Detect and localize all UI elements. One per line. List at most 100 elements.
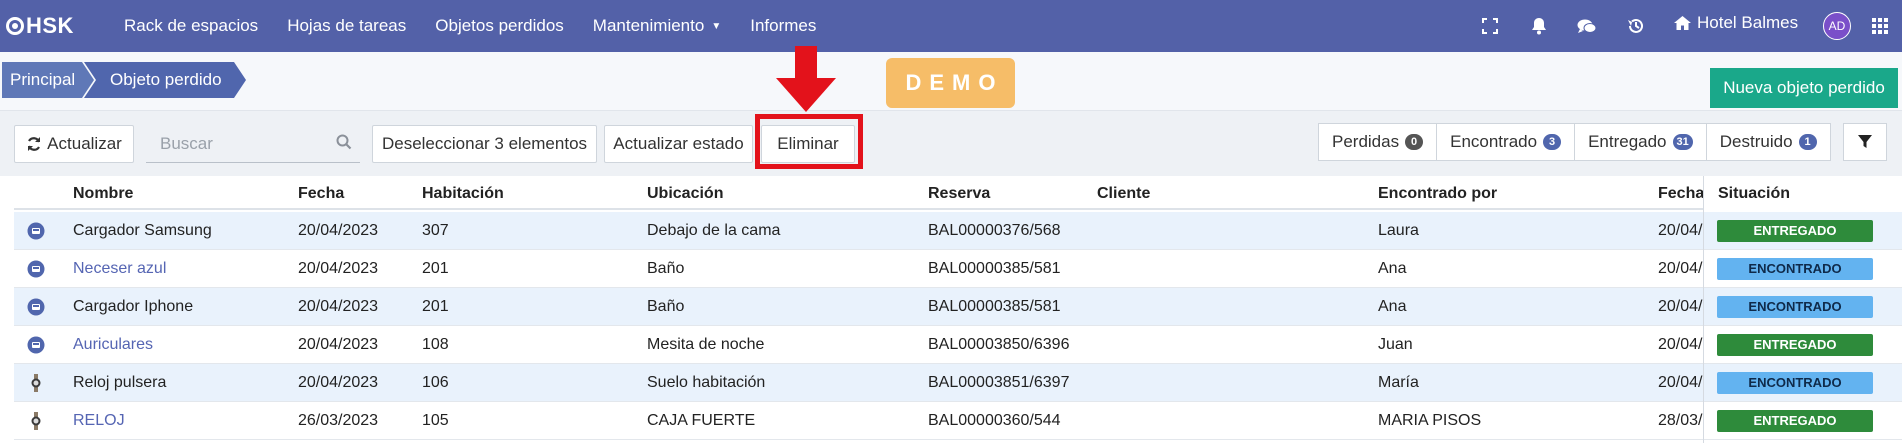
cell-reserva: BAL00003851/6397 <box>928 374 1070 391</box>
nav-objetos-perdidos[interactable]: Objetos perdidos <box>435 16 564 36</box>
col-nombre[interactable]: Nombre <box>73 185 133 203</box>
cell-reserva: BAL00000360/544 <box>928 412 1061 429</box>
cell-ubic: Suelo habitación <box>647 374 766 391</box>
cell-ubic: Mesita de noche <box>647 336 765 353</box>
cell-nombre: Cargador Iphone <box>73 298 194 315</box>
cell-nombre[interactable]: Neceser azul <box>73 260 166 278</box>
filter-entregado-label: Entregado <box>1588 132 1667 151</box>
situacion-column: Situación ENTREGADO ENCONTRADO ENCONTRADO E… <box>1703 176 1902 443</box>
status-badge: ENCONTRADO <box>1717 258 1873 280</box>
table-row[interactable]: Auriculares 20/04/2023 108 Mesita de noche B… <box>14 326 1902 364</box>
home-icon <box>1674 16 1691 30</box>
filter-destruido-count: 1 <box>1798 134 1817 150</box>
breadcrumb-objeto-perdido[interactable]: Objeto perdido <box>84 62 246 98</box>
table-row[interactable]: RELOJ 26/03/2023 105 CAJA FUERTE BAL00000360… <box>14 402 1902 440</box>
top-navbar: HSK Rack de espacios Hojas de tareas Obj… <box>0 0 1902 52</box>
table-row[interactable]: Neceser azul 20/04/2023 201 Baño BAL00000385… <box>14 250 1902 288</box>
filter-entregado-count: 31 <box>1672 134 1693 150</box>
table-row[interactable]: Reloj pulsera 20/04/2023 106 Suelo habitaci… <box>14 364 1902 402</box>
watch-photo-icon <box>27 374 45 392</box>
breadcrumb-principal[interactable]: Principal <box>2 62 94 98</box>
search-field[interactable] <box>146 125 360 163</box>
refresh-icon <box>28 137 41 151</box>
cell-nombre: Reloj pulsera <box>73 374 167 391</box>
situacion-cell: ENCONTRADO <box>1704 288 1902 326</box>
status-badge: ENTREGADO <box>1717 334 1873 356</box>
table-header: Nombre Fecha Habitación Ubicación Reserv… <box>14 176 1902 210</box>
cell-reserva: BAL00000376/568 <box>928 222 1061 239</box>
nav-informes[interactable]: Informes <box>750 16 816 36</box>
cell-hab: 201 <box>422 298 449 315</box>
col-habitacion[interactable]: Habitación <box>422 185 504 203</box>
cell-por: Laura <box>1378 222 1419 239</box>
cell-reserva: BAL00003850/6396 <box>928 336 1070 353</box>
col-reserva[interactable]: Reserva <box>928 185 990 203</box>
cell-por: Juan <box>1378 336 1413 353</box>
filter-entregado[interactable]: Entregado 31 <box>1575 124 1707 160</box>
logo-text: HSK <box>26 13 74 38</box>
filter-button[interactable] <box>1843 123 1887 161</box>
history-icon[interactable] <box>1625 15 1647 37</box>
cell-nombre: Cargador Samsung <box>73 222 212 239</box>
cell-por: María <box>1378 374 1419 391</box>
hsk-logo[interactable]: HSK <box>6 13 104 39</box>
hotel-name: Hotel Balmes <box>1697 13 1799 32</box>
col-encontrado-por[interactable]: Encontrado por <box>1378 185 1497 203</box>
col-fecha[interactable]: Fecha <box>298 185 344 203</box>
situacion-cell: ENTREGADO <box>1704 212 1902 250</box>
grid-menu-icon[interactable] <box>1869 15 1891 37</box>
object-icon <box>27 336 45 354</box>
filter-encontrado-count: 3 <box>1543 134 1562 150</box>
nav-hojas-de-tareas[interactable]: Hojas de tareas <box>287 16 406 36</box>
cell-fecha: 20/04/2023 <box>298 222 379 239</box>
filter-perdidas-count: 0 <box>1405 134 1424 150</box>
user-avatar[interactable]: AD <box>1823 12 1851 40</box>
deselect-button[interactable]: Deseleccionar 3 elementos <box>372 125 597 163</box>
nav-rack-de-espacios[interactable]: Rack de espacios <box>124 16 258 36</box>
cell-fecha: 26/03/2023 <box>298 412 379 429</box>
search-icon[interactable] <box>336 134 352 150</box>
chat-icon[interactable] <box>1576 15 1598 37</box>
cell-fecha: 20/04/2023 <box>298 374 379 391</box>
col-cliente[interactable]: Cliente <box>1097 185 1150 203</box>
filter-perdidas-label: Perdidas <box>1332 132 1400 151</box>
filter-encontrado[interactable]: Encontrado 3 <box>1437 124 1576 160</box>
cell-hab: 105 <box>422 412 449 429</box>
new-lost-object-button[interactable]: Nueva objeto perdido <box>1710 68 1898 108</box>
col-ubicacion[interactable]: Ubicación <box>647 185 723 203</box>
cell-nombre[interactable]: RELOJ <box>73 412 125 430</box>
hotel-selector[interactable]: Hotel Balmes <box>1673 13 1798 33</box>
filter-perdidas[interactable]: Perdidas 0 <box>1319 124 1438 160</box>
fullscreen-icon[interactable] <box>1479 15 1501 37</box>
col-fecha-2[interactable]: Fecha <box>1658 185 1704 203</box>
cell-fecha: 20/04/2023 <box>298 298 379 315</box>
col-situacion[interactable]: Situación <box>1718 185 1790 203</box>
table-row[interactable]: Cargador Samsung 20/04/2023 307 Debajo de l… <box>14 212 1902 250</box>
cell-reserva: BAL00000385/581 <box>928 298 1061 315</box>
refresh-label: Actualizar <box>47 134 122 153</box>
cell-hab: 201 <box>422 260 449 277</box>
lost-objects-table: Nombre Fecha Habitación Ubicación Reserv… <box>0 176 1902 443</box>
delete-highlight-box <box>755 114 863 169</box>
filter-destruido-label: Destruido <box>1719 132 1793 151</box>
watch-photo-icon <box>27 412 45 430</box>
situacion-cell: ENTREGADO <box>1704 326 1902 364</box>
bell-icon[interactable] <box>1528 15 1550 37</box>
cell-reserva: BAL00000385/581 <box>928 260 1061 277</box>
update-status-button[interactable]: Actualizar estado <box>604 125 753 163</box>
nav-mantenimiento[interactable]: Mantenimiento ▼ <box>593 16 721 36</box>
table-row[interactable]: Cargador Iphone 20/04/2023 201 Baño BAL00000… <box>14 288 1902 326</box>
cell-nombre[interactable]: Auriculares <box>73 336 153 354</box>
cell-fecha2: 28/03/ <box>1658 412 1703 429</box>
status-badge: ENCONTRADO <box>1717 372 1873 394</box>
refresh-button[interactable]: Actualizar <box>14 125 134 163</box>
situacion-cell: ENCONTRADO <box>1704 364 1902 402</box>
cell-fecha: 20/04/2023 <box>298 260 379 277</box>
object-icon <box>27 298 45 316</box>
cell-ubic: Debajo de la cama <box>647 222 781 239</box>
search-input[interactable] <box>146 133 326 154</box>
cell-por: Ana <box>1378 298 1407 315</box>
cell-fecha2: 20/04/ <box>1658 298 1703 315</box>
cell-fecha2: 20/04/ <box>1658 336 1703 353</box>
filter-destruido[interactable]: Destruido 1 <box>1707 124 1830 160</box>
